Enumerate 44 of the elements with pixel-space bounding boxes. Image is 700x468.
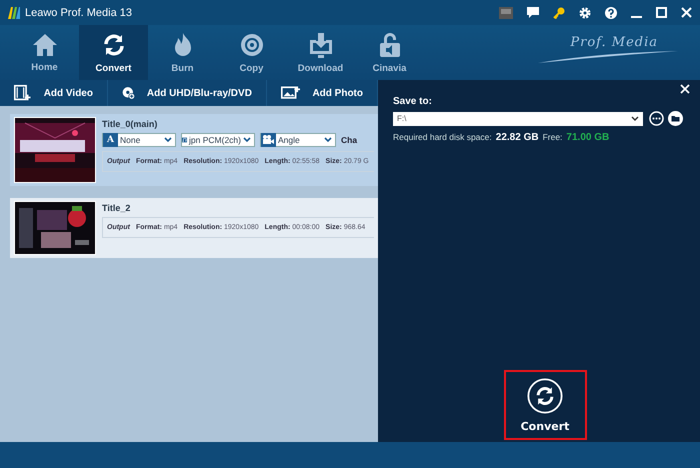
close-icon[interactable] <box>681 7 692 18</box>
folder-icon[interactable] <box>668 111 683 126</box>
caret-icon <box>164 137 172 143</box>
camera-icon <box>261 133 276 147</box>
nav-tab[interactable]: Cinavia <box>355 25 424 80</box>
required-space-value: 22.82 GB <box>496 132 539 143</box>
field-label: Cha <box>341 135 358 145</box>
dropdown[interactable]: A None <box>102 133 176 147</box>
convert-button[interactable]: Convert <box>504 370 586 440</box>
drive-icon[interactable] <box>499 6 513 18</box>
disc-icon <box>238 32 264 58</box>
nav-tab[interactable]: Convert <box>79 25 148 80</box>
title-name: Title_2 <box>102 203 132 213</box>
lock-icon <box>378 32 402 58</box>
maximize-icon[interactable] <box>656 7 667 18</box>
convert-icon <box>527 378 563 414</box>
caret-icon <box>631 116 639 122</box>
home-icon <box>32 32 58 56</box>
film-add-icon <box>14 83 32 103</box>
settings-icon[interactable] <box>579 6 591 18</box>
dropdown[interactable]: Angle <box>260 133 336 147</box>
nav-tab[interactable]: Copy <box>217 25 286 80</box>
nav-tab[interactable]: Burn <box>148 25 217 80</box>
save-to-label: Save to: <box>393 96 433 107</box>
more-options-icon[interactable] <box>649 111 664 126</box>
caret-icon <box>324 137 332 143</box>
brand-logo-text: Prof. Media <box>570 35 658 50</box>
download-icon <box>308 32 334 58</box>
chat-icon[interactable] <box>527 6 539 18</box>
app-logo-icon <box>8 6 20 19</box>
nav-tab[interactable]: Home <box>10 25 79 80</box>
free-space-label: Free: <box>542 132 562 142</box>
dropdown[interactable]: jpn PCM(2ch) <box>181 133 255 147</box>
window-title: Leawo Prof. Media 13 <box>25 6 134 18</box>
help-icon[interactable] <box>605 6 617 18</box>
close-icon[interactable] <box>680 84 690 94</box>
nav-tab[interactable]: Download <box>286 25 355 80</box>
required-space-label: Required hard disk space: <box>393 132 492 142</box>
caret-icon <box>243 137 251 143</box>
title-name: Title_0(main) <box>102 119 158 129</box>
free-space-value: 71.00 GB <box>566 132 610 143</box>
save-path-field[interactable]: F:\ <box>393 112 643 126</box>
subtitle-icon: A <box>103 133 118 147</box>
key-icon[interactable] <box>553 6 565 18</box>
